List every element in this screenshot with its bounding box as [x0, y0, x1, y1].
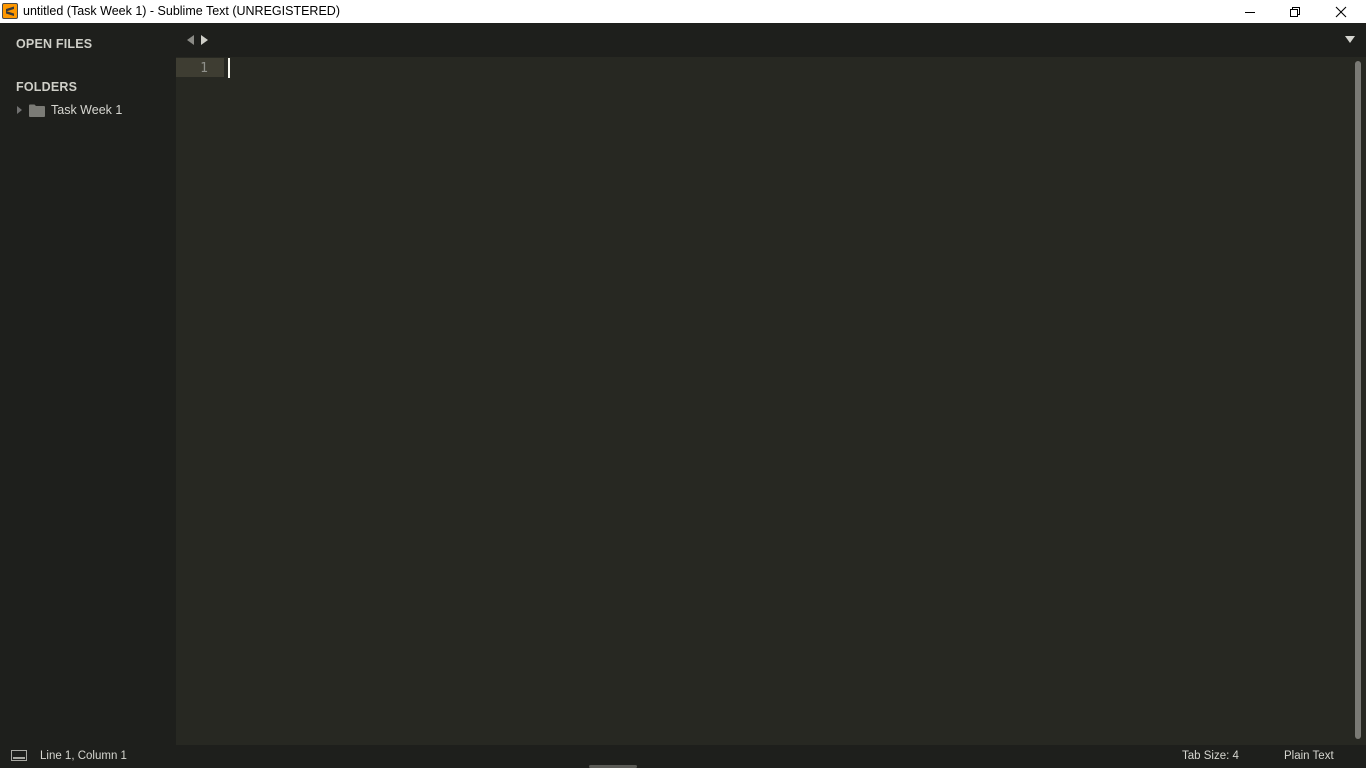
chevron-right-icon[interactable] [201, 35, 208, 45]
scrollbar-thumb[interactable] [1355, 61, 1361, 739]
folders-heading: FOLDERS [16, 80, 78, 94]
vertical-scrollbar[interactable] [1352, 57, 1366, 745]
open-files-heading: OPEN FILES [16, 37, 93, 51]
close-icon [1335, 6, 1347, 17]
syntax-indicator[interactable]: Plain Text [1284, 750, 1334, 762]
tab-size-indicator[interactable]: Tab Size: 4 [1182, 750, 1239, 762]
disclosure-triangle-icon[interactable] [17, 106, 22, 114]
gutter-line-highlight: 1 [176, 58, 224, 77]
folder-label: Task Week 1 [51, 103, 123, 117]
restore-button[interactable] [1272, 0, 1318, 23]
line-number: 1 [200, 61, 208, 76]
minimize-icon [1245, 11, 1255, 13]
status-bar: Line 1, Column 1 Tab Size: 4 Plain Text [0, 745, 1366, 768]
sublime-text-icon[interactable] [2, 3, 18, 19]
minimize-button[interactable] [1227, 0, 1273, 23]
sidebar-folder-task-week-1[interactable]: Task Week 1 [0, 102, 176, 120]
title-bar: untitled (Task Week 1) - Sublime Text (U… [0, 0, 1366, 23]
text-cursor [228, 58, 230, 78]
editor-area[interactable]: 1 [176, 57, 1352, 745]
sidebar: OPEN FILES FOLDERS Task Week 1 [0, 23, 176, 745]
panel-toggle-icon[interactable] [11, 750, 27, 761]
folder-icon [29, 104, 45, 117]
chevron-left-icon[interactable] [187, 35, 194, 45]
restore-icon [1290, 6, 1300, 17]
tab-bar [176, 23, 1366, 57]
window-title: untitled (Task Week 1) - Sublime Text (U… [23, 4, 340, 18]
close-button[interactable] [1318, 0, 1364, 23]
tab-list-icon[interactable] [1345, 36, 1355, 43]
cursor-position[interactable]: Line 1, Column 1 [40, 750, 127, 762]
